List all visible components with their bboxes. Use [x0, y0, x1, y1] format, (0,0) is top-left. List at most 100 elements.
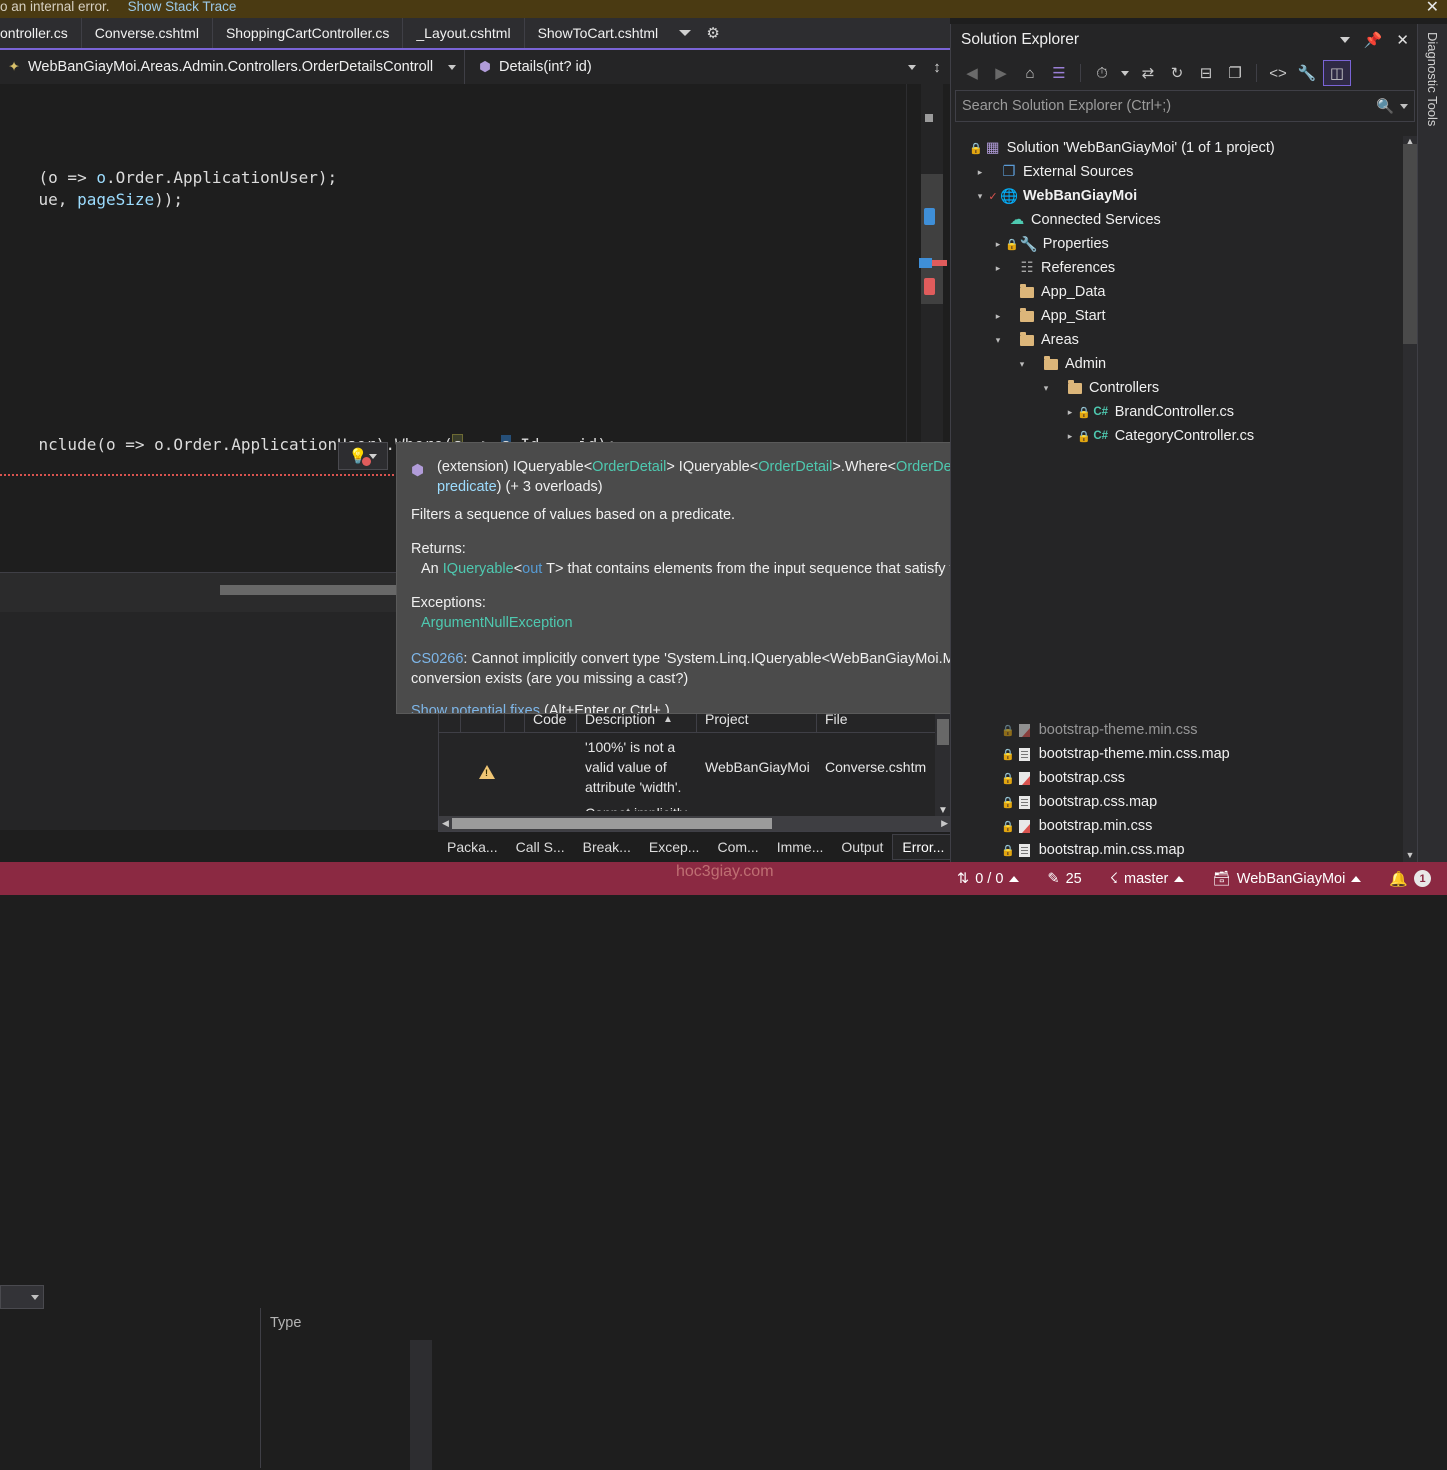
dock-tab-label: Com... [717, 839, 758, 855]
tree-expander[interactable]: ▾ [973, 191, 987, 202]
dock-tab-immediate[interactable]: Imme... [768, 839, 833, 855]
solution-explorer-tree[interactable]: 🔒 ▦ Solution 'WebBanGiayMoi' (1 of 1 pro… [951, 136, 1403, 862]
branch-selector[interactable]: ☇ master [1096, 871, 1199, 887]
tree-expander[interactable]: ▸ [991, 263, 1005, 274]
tree-expander[interactable]: ▾ [991, 335, 1005, 346]
tree-expander[interactable]: ▸ [1063, 431, 1077, 442]
split-view-icon[interactable]: ↕ [924, 59, 950, 76]
close-icon[interactable]: ✕ [1426, 0, 1439, 17]
collapse-expand-icon[interactable]: ⇄ [1135, 61, 1161, 85]
editor-tab-4[interactable]: ShowToCart.cshtml [525, 18, 672, 48]
dock-tab-output[interactable]: Output [832, 839, 892, 855]
tree-item-project[interactable]: ▾ ✓ 🌐 WebBanGiayMoi [951, 184, 1403, 208]
properties-icon[interactable]: 🔧 [1294, 61, 1320, 85]
tree-expander[interactable]: ▾ [1039, 383, 1053, 394]
lock-icon: 🔒 [1077, 430, 1091, 443]
filter-dropdown-icon[interactable] [1118, 61, 1132, 85]
type-dropdown[interactable]: ✦ WebBanGiayMoi.Areas.Admin.Controllers.… [0, 50, 465, 84]
chevron-down-icon[interactable]: ▼ [935, 805, 951, 816]
tree-expander[interactable]: ▸ [973, 167, 987, 178]
refresh-icon[interactable]: ↻ [1164, 61, 1190, 85]
notifications-button[interactable]: 🔔 1 [1375, 870, 1441, 888]
dock-tab-error-list[interactable]: Error... [892, 834, 954, 860]
chevron-down-icon[interactable] [908, 65, 916, 70]
editor-tab-1[interactable]: Converse.cshtml [82, 18, 213, 48]
sync-status[interactable]: ⇅ 0 / 0 [943, 871, 1033, 887]
repository-selector[interactable]: 🗃 WebBanGiayMoi [1198, 870, 1375, 887]
chevron-left-icon[interactable]: ◀ [439, 818, 452, 829]
tree-item-file[interactable]: 🔒 bootstrap.css.map [951, 790, 1403, 814]
solution-explorer-scrollbar-thumb[interactable] [1403, 144, 1417, 344]
editor-tab-0[interactable]: ontroller.cs [0, 18, 82, 48]
tree-item-connected-services[interactable]: ☁ Connected Services [951, 208, 1403, 232]
tree-expander[interactable]: ▾ [1015, 359, 1029, 370]
panel-horizontal-scrollbar[interactable] [220, 585, 420, 595]
preview-selected-items-icon[interactable]: ◫ [1323, 60, 1351, 86]
panel-vertical-scrollbar[interactable] [410, 1340, 432, 1470]
tree-item-brand-controller[interactable]: ▸ 🔒 C# BrandController.cs [951, 400, 1403, 424]
collapse-all-icon[interactable]: ⊟ [1193, 61, 1219, 85]
tree-expander[interactable]: ▸ [991, 311, 1005, 322]
quick-actions-button[interactable]: 💡 [338, 442, 388, 470]
chevron-down-icon[interactable] [1400, 104, 1408, 109]
tree-item-areas[interactable]: ▾ Areas [951, 328, 1403, 352]
tree-item-category-controller[interactable]: ▸ 🔒 C# CategoryController.cs [951, 424, 1403, 448]
dock-tab-command[interactable]: Com... [708, 839, 767, 855]
table-row[interactable]: '100%' is not a valid value of attribute… [439, 733, 951, 811]
show-stack-trace-link[interactable]: Show Stack Trace [128, 0, 237, 14]
tree-expander[interactable]: ▸ [991, 239, 1005, 250]
tree-item-label: Solution 'WebBanGiayMoi' (1 of 1 project… [1007, 140, 1275, 156]
tree-item-file[interactable]: 🔒 bootstrap.css [951, 766, 1403, 790]
pin-icon[interactable]: 📌 [1364, 31, 1383, 49]
tree-item-controllers[interactable]: ▾ Controllers [951, 376, 1403, 400]
pending-changes[interactable]: ✎ 25 [1033, 871, 1095, 887]
search-input[interactable]: Search Solution Explorer (Ctrl+;) 🔍 [955, 90, 1415, 122]
tree-expander[interactable]: ▸ [1063, 407, 1077, 418]
tree-item-label: External Sources [1023, 164, 1133, 180]
home-icon[interactable]: ⌂ [1017, 61, 1043, 85]
lock-icon: 🔒 [969, 142, 983, 155]
sync-with-document-icon[interactable]: ☰ [1046, 61, 1072, 85]
dock-tab-exceptions[interactable]: Excep... [640, 839, 709, 855]
member-dropdown[interactable]: ⬢ Details(int? id) ↕ [465, 50, 950, 84]
tree-item-file[interactable]: 🔒 bootstrap-theme.min.css.map [951, 742, 1403, 766]
references-icon: ☷ [1017, 260, 1037, 276]
diagnostic-tools-tab[interactable]: Diagnostic Tools [1417, 24, 1447, 862]
error-list-horizontal-scrollbar[interactable]: ◀ ▶ [439, 816, 951, 831]
tree-item-label: bootstrap-theme.min.css.map [1039, 746, 1230, 762]
tree-item-app-start[interactable]: ▸ App_Start [951, 304, 1403, 328]
tree-item-admin[interactable]: ▾ Admin [951, 352, 1403, 376]
tree-item-external-sources[interactable]: ▸ ❐ External Sources [951, 160, 1403, 184]
forward-icon[interactable]: ▶ [988, 61, 1014, 85]
chevron-down-icon[interactable] [1340, 37, 1350, 43]
tree-item-file[interactable]: 🔒 bootstrap-theme.min.css [951, 718, 1403, 742]
editor-tab-2[interactable]: ShoppingCartController.cs [213, 18, 403, 48]
gear-icon[interactable]: ⚙ [699, 18, 727, 48]
editor-tab-3[interactable]: _Layout.cshtml [403, 18, 524, 48]
chevron-down-icon[interactable]: ▼ [1403, 850, 1417, 860]
filter-dropdown[interactable] [0, 1285, 44, 1309]
error-list-vertical-scrollbar[interactable]: ▲ ▼ [935, 706, 951, 816]
tree-item-app-data[interactable]: App_Data [951, 280, 1403, 304]
show-potential-fixes-link[interactable]: Show potential fixes [411, 703, 540, 714]
chevron-down-icon[interactable] [671, 18, 699, 48]
chevron-down-icon [31, 1295, 39, 1300]
tree-item-file[interactable]: 🔒 bootstrap.min.css [951, 814, 1403, 838]
show-all-files-icon[interactable]: ❐ [1222, 61, 1248, 85]
dock-tab-package[interactable]: Packa... [438, 839, 507, 855]
search-icon[interactable]: 🔍 [1376, 98, 1394, 115]
tree-item-references[interactable]: ▸ ☷ References [951, 256, 1403, 280]
dock-tab-breakpoints[interactable]: Break... [574, 839, 640, 855]
close-icon[interactable]: ✕ [1396, 31, 1409, 49]
scrollbar-thumb[interactable] [937, 719, 949, 745]
pending-changes-filter-icon[interactable]: ⏱ [1089, 61, 1115, 85]
view-code-icon[interactable]: <> [1265, 61, 1291, 85]
tree-item-properties[interactable]: ▸ 🔒 🔧 Properties [951, 232, 1403, 256]
chevron-down-icon[interactable] [448, 65, 456, 70]
dock-tab-call-stack[interactable]: Call S... [507, 839, 574, 855]
back-icon[interactable]: ◀ [959, 61, 985, 85]
tree-item-solution[interactable]: 🔒 ▦ Solution 'WebBanGiayMoi' (1 of 1 pro… [951, 136, 1403, 160]
error-code-link[interactable]: CS0266 [411, 651, 463, 667]
tree-item-file[interactable]: 🔒 bootstrap.min.css.map [951, 838, 1403, 862]
chevron-down-icon[interactable] [369, 454, 377, 459]
